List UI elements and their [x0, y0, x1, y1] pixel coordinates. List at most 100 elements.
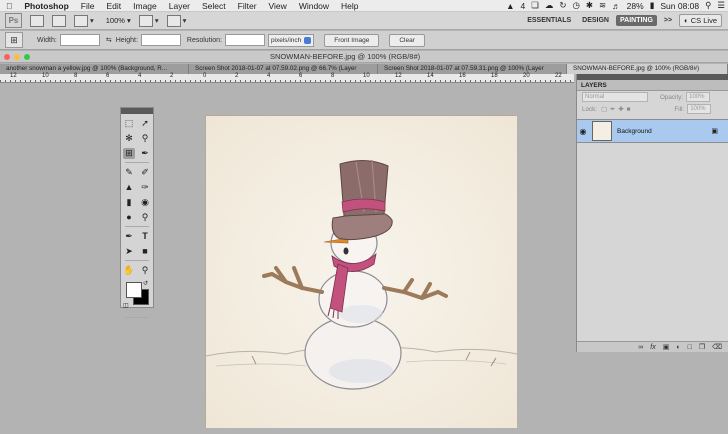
menubar:  Photoshop File Edit Image Layer Select… [0, 0, 728, 12]
clock-text[interactable]: Sun 08:08 [657, 1, 702, 11]
workspace-essentials[interactable]: ESSENTIALS [523, 15, 575, 26]
clone-stamp-tool-icon[interactable]: ▲ [123, 182, 135, 193]
path-selection-tool-icon[interactable]: ➤ [123, 246, 135, 257]
tab-document-2[interactable]: Screen Shot 2018-01-07 at 07.59.02.png @… [189, 64, 378, 74]
menu-view[interactable]: View [263, 1, 293, 11]
crop-tool-icon[interactable]: ⊞ [123, 147, 135, 159]
quick-selection-tool-icon[interactable]: ⚲ [139, 133, 151, 144]
lock-label: Lock: [582, 105, 598, 113]
type-tool-icon[interactable]: T [139, 231, 151, 242]
move-tool-icon[interactable]: ➚ [139, 118, 151, 129]
spotlight-icon[interactable]: ⚲ [702, 0, 714, 11]
ruler-label: 22 [555, 73, 562, 79]
zoom-level[interactable]: 100% ▾ [106, 16, 131, 25]
bluetooth-icon[interactable]: ✱ [583, 0, 596, 11]
minimize-window-icon[interactable] [14, 53, 20, 60]
hand-tool-icon[interactable]: ✋ [123, 265, 135, 276]
menu-layer[interactable]: Layer [163, 1, 196, 11]
adjustment-layer-icon[interactable]: ◐ [676, 344, 680, 351]
extras-dropdown[interactable]: ▾ [74, 14, 94, 27]
blend-mode-select[interactable]: Normal [582, 92, 648, 102]
eraser-tool-icon[interactable]: ▮ [123, 197, 135, 208]
divider [125, 260, 149, 261]
lock-position-icon[interactable]: ✚ [618, 106, 623, 113]
rectangle-tool-icon[interactable]: ■ [139, 246, 151, 257]
marquee-tool-icon[interactable]: ⬚ [123, 118, 135, 129]
add-mask-icon[interactable]: ▣ [663, 343, 670, 351]
link-layers-icon[interactable]: ∞ [638, 344, 643, 351]
arrange-documents-button[interactable]: ▾ [138, 14, 159, 27]
menu-file[interactable]: File [75, 1, 101, 11]
minibridge-button[interactable] [52, 14, 66, 27]
volume-icon[interactable]: ♬ [609, 1, 624, 11]
workspace-painting[interactable]: PAINTING [615, 15, 657, 26]
menu-app-name[interactable]: Photoshop [18, 1, 74, 11]
notification-icon[interactable]: ☰ [714, 0, 728, 11]
eye-icon[interactable]: ◉ [577, 127, 589, 136]
crop-tool-preset-icon[interactable]: ⊞ [5, 32, 23, 48]
default-colors-icon[interactable]: ◫ [123, 302, 129, 309]
layer-style-icon[interactable]: fx [650, 344, 655, 351]
swap-colors-icon[interactable]: ↺ [143, 280, 148, 287]
width-field[interactable] [59, 34, 100, 46]
cloud-icon[interactable]: ☁ [542, 0, 557, 11]
new-group-icon[interactable]: □ [688, 344, 692, 351]
clear-button[interactable]: Clear [389, 33, 425, 47]
swap-icon[interactable]: ⇆ [106, 36, 112, 44]
height-field[interactable] [140, 34, 181, 46]
workspace-more[interactable]: >> [660, 15, 676, 26]
document-canvas[interactable] [205, 115, 518, 428]
quick-mask-divider [125, 317, 149, 318]
menu-image[interactable]: Image [127, 1, 163, 11]
layer-row-background[interactable]: ◉ Background ▣ [577, 119, 728, 143]
lock-all-icon[interactable]: ■ [627, 106, 631, 113]
brush-tool-icon[interactable]: ✐ [139, 167, 151, 178]
menu-edit[interactable]: Edit [100, 1, 127, 11]
tab-document-1[interactable]: another snowman a yellow.jpg @ 100% (Bac… [0, 64, 189, 74]
tab-document-3[interactable]: Screen Shot 2018-01-07 at 07.59.31.png @… [378, 64, 567, 74]
opacity-field[interactable]: 100% [686, 92, 711, 102]
dodge-tool-icon[interactable]: ⚲ [139, 212, 151, 223]
close-window-icon[interactable] [4, 53, 10, 60]
pen-tool-icon[interactable]: ✒ [123, 231, 135, 242]
zoom-tool-icon[interactable]: ⚲ [139, 265, 151, 276]
fill-field[interactable]: 100% [687, 104, 712, 114]
front-image-button[interactable]: Front Image [324, 33, 380, 47]
screen-mode-button[interactable]: ▾ [166, 14, 186, 27]
tools-panel-header[interactable] [121, 108, 153, 114]
healing-brush-tool-icon[interactable]: ✎ [123, 167, 135, 178]
trash-icon[interactable]: ⌫ [712, 343, 722, 351]
menu-filter[interactable]: Filter [232, 1, 263, 11]
time-machine-icon[interactable]: ↻ [556, 0, 569, 11]
new-layer-icon[interactable]: ❐ [699, 343, 705, 351]
dropbox-icon[interactable]: ❏ [528, 0, 542, 11]
lock-transparent-icon[interactable]: ▢ [601, 106, 607, 113]
battery-percent[interactable]: 28% [624, 1, 647, 11]
battery-icon[interactable]: ▮ [647, 0, 658, 11]
layers-tab[interactable]: LAYERS [577, 80, 728, 91]
adobe-icon[interactable]: ▲ [503, 1, 517, 11]
adobe-count: 4 [520, 0, 526, 11]
clock-icon[interactable]: ◷ [570, 0, 583, 11]
eyedropper-tool-icon[interactable]: ✒ [139, 148, 151, 159]
workspace-design[interactable]: DESIGN [578, 15, 613, 26]
lock-pixels-icon[interactable]: ✒ [610, 106, 615, 113]
resolution-units-select[interactable]: pixels/inch [267, 33, 315, 47]
tab-document-active[interactable]: SNOWMAN-BEFORE.jpg @ 100% (RGB/8#) [567, 64, 728, 74]
paint-bucket-tool-icon[interactable]: ◉ [139, 197, 151, 208]
menu-help[interactable]: Help [335, 1, 364, 11]
ruler-label: 6 [299, 73, 303, 79]
blur-tool-icon[interactable]: ● [123, 212, 135, 223]
history-brush-tool-icon[interactable]: ✑ [139, 182, 151, 193]
menu-select[interactable]: Select [196, 1, 232, 11]
cs-live-button[interactable]: ◐ CS Live [679, 14, 722, 27]
bridge-button[interactable] [30, 14, 44, 27]
arrange-icon [138, 14, 153, 27]
apple-icon[interactable]:  [0, 1, 18, 11]
zoom-window-icon[interactable] [24, 53, 30, 60]
lasso-tool-icon[interactable]: ✻ [123, 133, 135, 144]
resolution-field[interactable] [224, 34, 265, 46]
menu-window[interactable]: Window [293, 1, 335, 11]
wifi-icon[interactable]: ≋ [596, 0, 609, 11]
lock-row: Lock: ▢ ✒ ✚ ■ Fill: 100% [577, 103, 728, 115]
